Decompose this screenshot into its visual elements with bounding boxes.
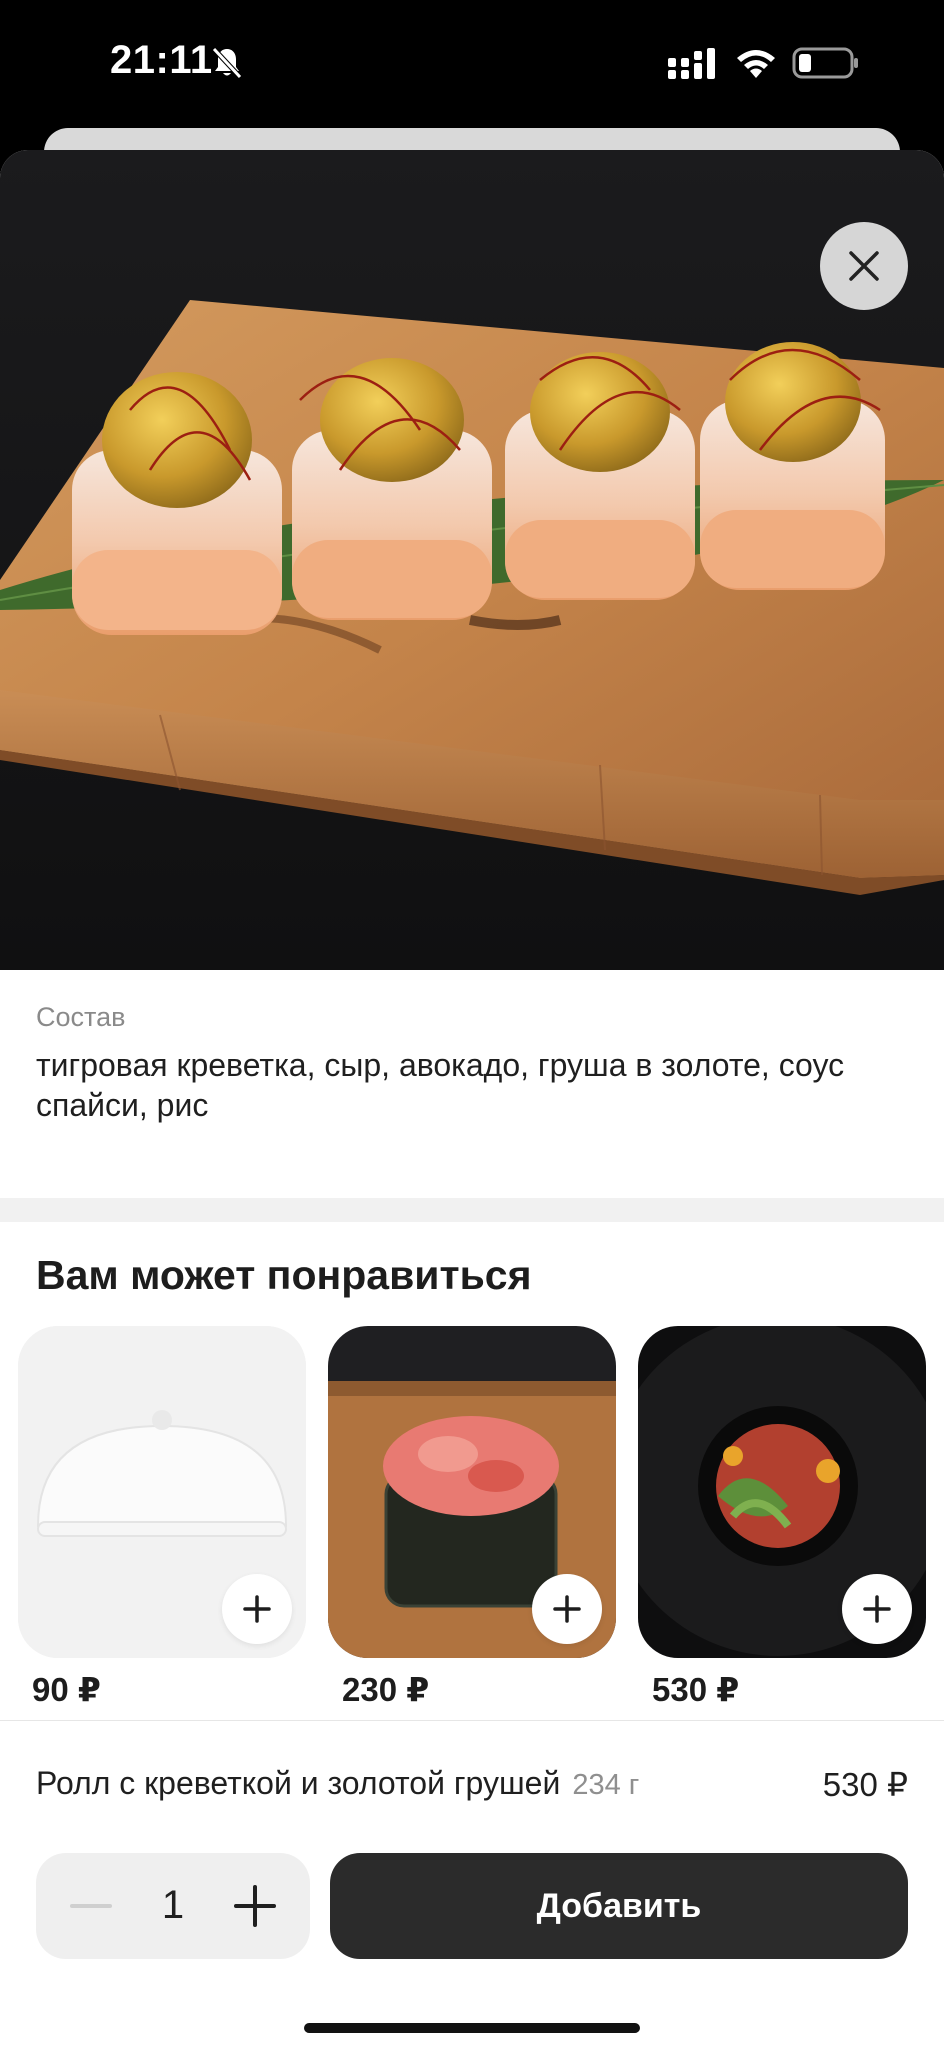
status-time: 21:11: [110, 38, 213, 82]
product-image: [0, 150, 944, 970]
recommendation-price: 530 ₽: [652, 1671, 740, 1708]
plus-icon: [234, 1885, 276, 1927]
signal-icon: [668, 48, 715, 79]
product-title-row: Ролл с креветкой и золотой грушей 234 г: [36, 1765, 639, 1802]
recommendation-image: [18, 1326, 306, 1658]
battery-icon: [792, 47, 858, 79]
product-weight: 234 г: [572, 1769, 640, 1801]
sushi-photo: [0, 150, 944, 970]
recommendation-price: 230 ₽: [342, 1671, 430, 1708]
product-name: Ролл с креветкой и золотой грушей: [36, 1765, 561, 1801]
quantity-stepper: 1: [36, 1853, 310, 1959]
add-to-cart-button[interactable]: [842, 1574, 912, 1644]
plus-icon: [863, 1595, 891, 1623]
recommendation-image: [328, 1326, 616, 1658]
plus-icon: [553, 1595, 581, 1623]
section-divider: [0, 1198, 944, 1222]
order-panel: Ролл с креветкой и золотой грушей 234 г 5…: [0, 1720, 944, 2048]
close-icon: [849, 251, 879, 281]
composition-section: Состав тигровая креветка, сыр, авокадо, …: [0, 970, 944, 1198]
bell-muted-icon: [212, 47, 242, 79]
recommendation-card[interactable]: 90 ₽: [18, 1326, 306, 1709]
add-button[interactable]: Добавить: [330, 1853, 908, 1959]
composition-label: Состав: [36, 1002, 126, 1032]
recommendation-price: 90 ₽: [32, 1671, 101, 1708]
recommendation-image: [638, 1326, 926, 1658]
close-button[interactable]: [820, 222, 908, 310]
recommendation-card[interactable]: 230 ₽: [328, 1326, 616, 1709]
status-bar: 21:11: [0, 0, 944, 128]
add-to-cart-button[interactable]: [222, 1574, 292, 1644]
recommendation-card[interactable]: 530 ₽: [638, 1326, 926, 1709]
add-to-cart-button[interactable]: [532, 1574, 602, 1644]
product-price: 530 ₽: [822, 1766, 908, 1803]
recommendations-section: Вам может понравиться 90 ₽ 230 ₽ 530 ₽: [0, 1222, 944, 1708]
home-indicator: [304, 2023, 640, 2033]
plus-icon: [243, 1595, 271, 1623]
recommendations-title: Вам может понравиться: [36, 1252, 532, 1298]
composition-text: тигровая креветка, сыр, авокадо, груша в…: [36, 1047, 845, 1123]
increase-button[interactable]: [228, 1879, 282, 1933]
wifi-icon: [737, 50, 775, 78]
